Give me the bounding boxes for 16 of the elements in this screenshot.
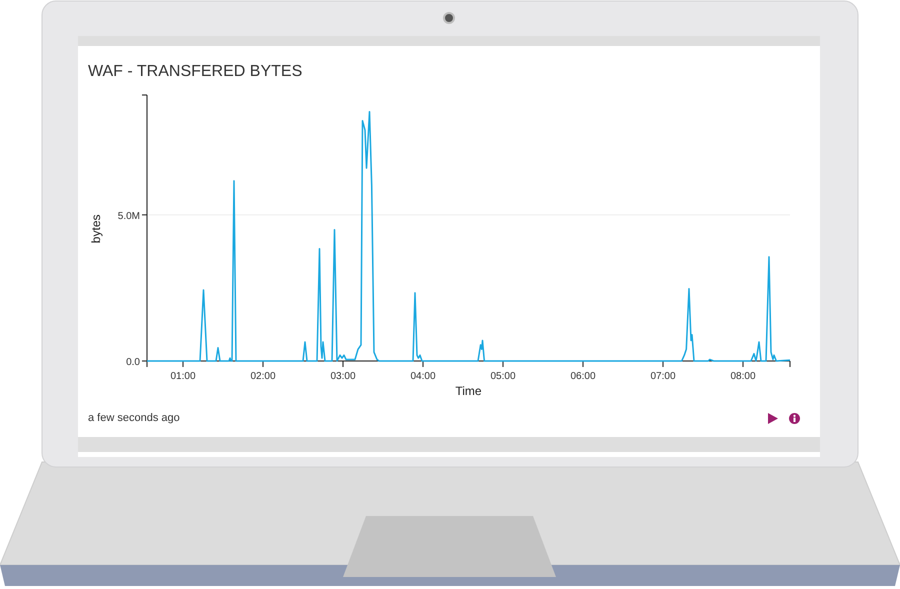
x-axis-title: Time bbox=[455, 384, 482, 398]
x-tick-label: 07:00 bbox=[650, 371, 676, 382]
y-tick-label: 5.0M bbox=[118, 210, 140, 222]
x-tick-label: 05:00 bbox=[490, 371, 516, 382]
info-icon[interactable] bbox=[789, 412, 800, 424]
panel-title: WAF - TRANSFERED BYTES bbox=[88, 62, 304, 82]
x-tick-label: 02:00 bbox=[250, 371, 276, 382]
x-tick-label: 08:00 bbox=[730, 371, 756, 382]
x-tick-label: 04:00 bbox=[410, 371, 436, 382]
x-tick-label: 01:00 bbox=[170, 371, 196, 382]
x-tick-label: 03:00 bbox=[330, 371, 356, 382]
y-axis-title: bytes bbox=[89, 214, 103, 244]
play-icon[interactable] bbox=[768, 412, 778, 424]
x-tick-label: 06:00 bbox=[570, 371, 596, 382]
y-tick-label: 0.0 bbox=[126, 357, 140, 368]
updated-time: a few seconds ago bbox=[88, 412, 180, 424]
